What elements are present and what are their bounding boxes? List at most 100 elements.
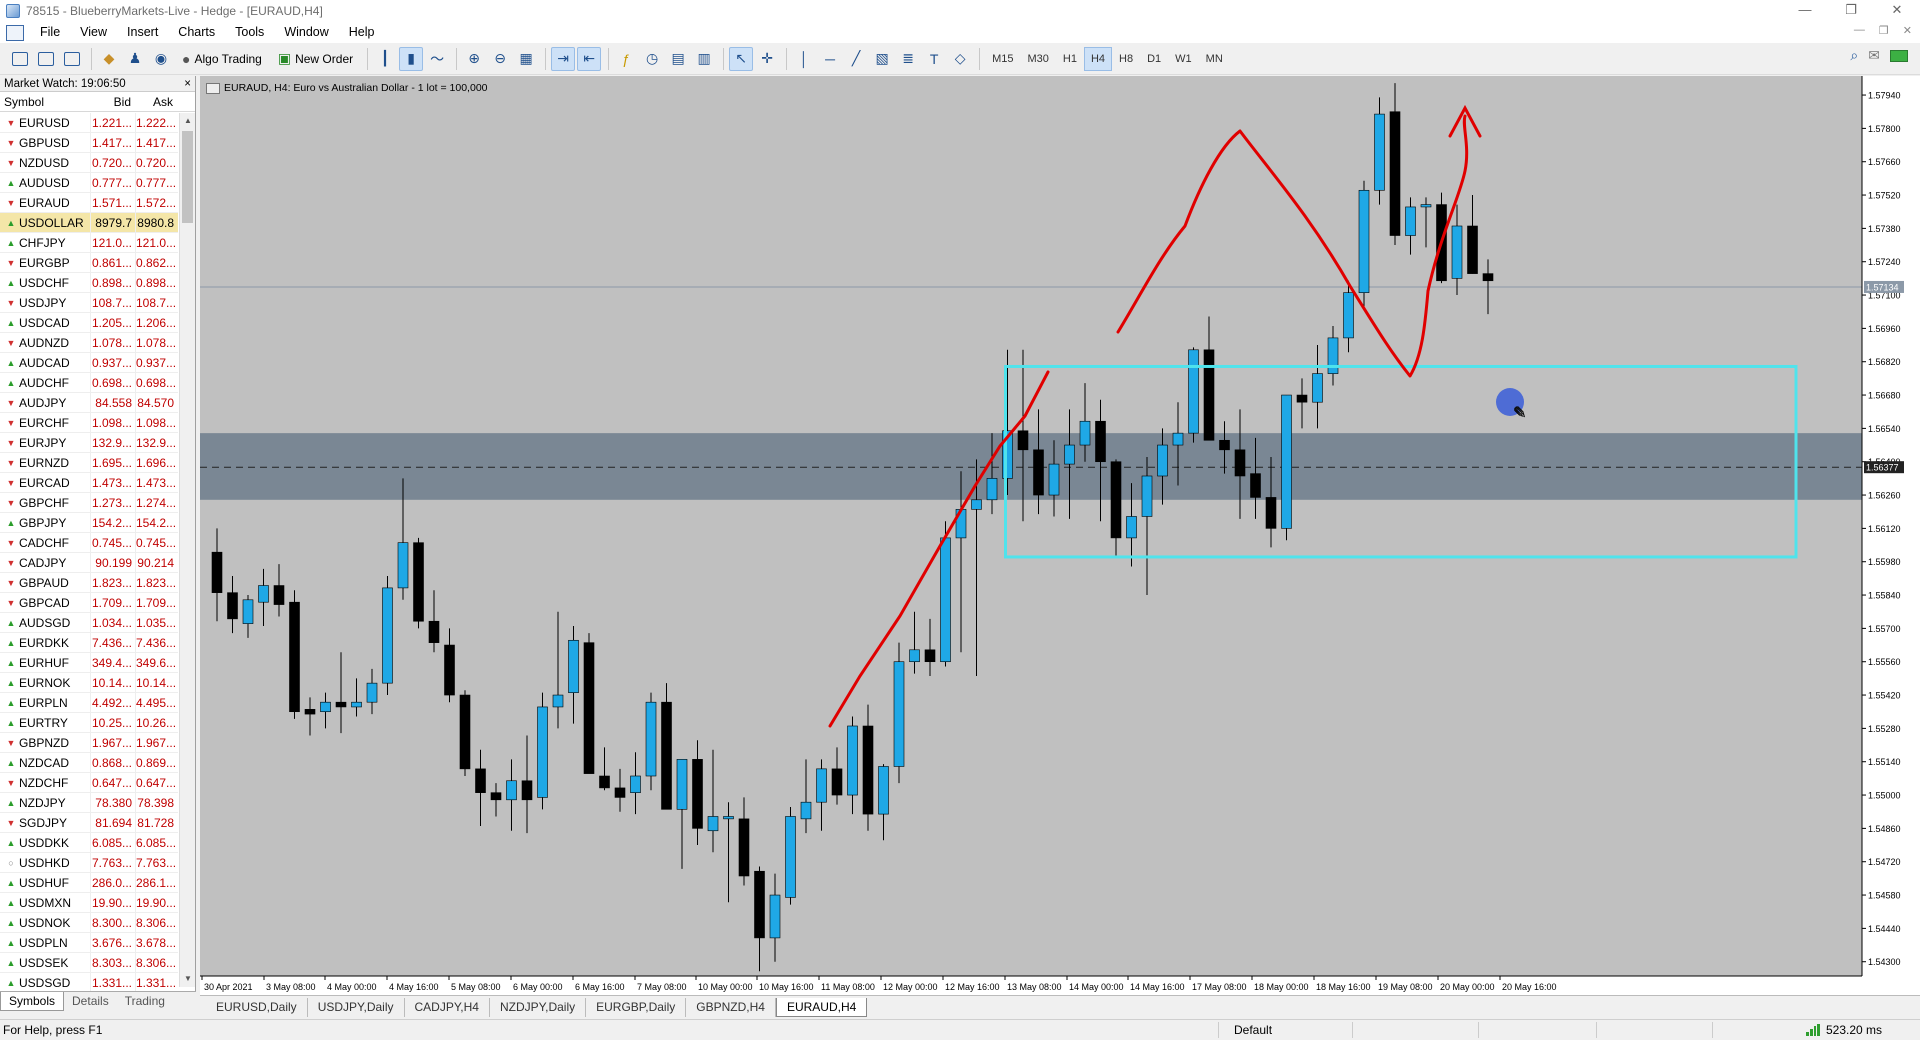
tab-details[interactable]: Details	[64, 992, 117, 1011]
shapes-button[interactable]: ◇	[948, 47, 972, 71]
market-watch-row[interactable]: ▼ AUDNZD 1.078... 1.078...	[0, 333, 178, 353]
column-bid[interactable]: Bid	[90, 92, 135, 111]
autoscroll-button[interactable]: ⇥	[551, 46, 576, 71]
timeframe-m30[interactable]: M30	[1021, 47, 1056, 71]
market-watch-row[interactable]: ▲ USDSEK 8.303... 8.306...	[0, 953, 178, 973]
candlestick-button[interactable]: ▮	[399, 46, 424, 71]
indicators-button[interactable]: ƒ	[614, 47, 638, 71]
mdi-restore-icon[interactable]: ❐	[1879, 24, 1889, 37]
timeframe-m15[interactable]: M15	[985, 47, 1020, 71]
templates-button[interactable]: ▤	[666, 47, 690, 71]
chart-tab-nzdjpy-daily[interactable]: NZDJPY,Daily	[490, 998, 587, 1017]
market-watch-row[interactable]: ▼ EURJPY 132.9... 132.9...	[0, 433, 178, 453]
market-watch-row[interactable]: ▼ NZDCHF 0.647... 0.647...	[0, 773, 178, 793]
close-icon[interactable]: ×	[184, 76, 191, 91]
market-watch-button[interactable]	[60, 47, 84, 71]
menu-view[interactable]: View	[70, 22, 117, 43]
menu-window[interactable]: Window	[274, 22, 338, 43]
menu-charts[interactable]: Charts	[168, 22, 225, 43]
search-icon[interactable]: ⌕	[1850, 47, 1858, 64]
market-watch-scrollbar[interactable]: ▲ ▼	[179, 113, 195, 987]
scroll-down-icon[interactable]: ▼	[180, 971, 196, 987]
timeframe-d1[interactable]: D1	[1140, 47, 1168, 71]
signals-button[interactable]: ◉	[149, 47, 173, 71]
tile-windows-button[interactable]: ▦	[514, 47, 538, 71]
market-watch-row[interactable]: ▼ EURCHF 1.098... 1.098...	[0, 413, 178, 433]
market-watch-row[interactable]: ▼ EURNZD 1.695... 1.696...	[0, 453, 178, 473]
text-button[interactable]: T	[922, 47, 946, 71]
menu-file[interactable]: File	[30, 22, 70, 43]
market-watch-row[interactable]: ▲ USDCAD 1.205... 1.206...	[0, 313, 178, 333]
close-button[interactable]: ✕	[1874, 0, 1920, 22]
new-chart-button[interactable]	[8, 47, 32, 71]
market-watch-row[interactable]: ▲ AUDCHF 0.698... 0.698...	[0, 373, 178, 393]
tab-symbols[interactable]: Symbols	[0, 992, 65, 1011]
market-watch-row[interactable]: ▲ EURPLN 4.492... 4.495...	[0, 693, 178, 713]
market-watch-row[interactable]: ▲ USDPLN 3.676... 3.678...	[0, 933, 178, 953]
market-watch-row[interactable]: ▼ CADCHF 0.745... 0.745...	[0, 533, 178, 553]
market-watch-row[interactable]: ▲ USDNOK 8.300... 8.306...	[0, 913, 178, 933]
column-ask[interactable]: Ask	[135, 92, 177, 111]
periods-button[interactable]: ◷	[640, 47, 664, 71]
market-watch-row[interactable]: ▲ NZDCAD 0.868... 0.869...	[0, 753, 178, 773]
chart-tab-euraud-h4[interactable]: EURAUD,H4	[775, 998, 868, 1017]
market-watch-row[interactable]: ▲ CHFJPY 121.0... 121.0...	[0, 233, 178, 253]
market-watch-row[interactable]: ▲ NZDJPY 78.380 78.398	[0, 793, 178, 813]
menu-insert[interactable]: Insert	[117, 22, 168, 43]
price-chart[interactable]: ✎ 1.57940 1.57800 1.57660 1.57520 1.57380 1.57…	[200, 76, 1920, 996]
market-watch-row[interactable]: ▼ NZDUSD 0.720... 0.720...	[0, 153, 178, 173]
chart-tab-eurgbp-daily[interactable]: EURGBP,Daily	[586, 998, 687, 1017]
market-watch-row[interactable]: ▲ AUDCAD 0.937... 0.937...	[0, 353, 178, 373]
horizontal-line-button[interactable]: ─	[818, 47, 842, 71]
chart-tab-cadjpy-h4[interactable]: CADJPY,H4	[405, 998, 490, 1017]
market-watch-row[interactable]: ▼ GBPCHF 1.273... 1.274...	[0, 493, 178, 513]
timeframe-mn[interactable]: MN	[1199, 47, 1230, 71]
crosshair-button[interactable]: ✛	[755, 47, 779, 71]
market-watch-row[interactable]: ▼ EURAUD 1.571... 1.572...	[0, 193, 178, 213]
connection-status[interactable]: 523.20 ms	[1806, 1023, 1882, 1037]
chart-tab-usdjpy-daily[interactable]: USDJPY,Daily	[308, 998, 405, 1017]
market-watch-row[interactable]: ▼ EURUSD 1.221... 1.222...	[0, 113, 178, 133]
mdi-close-icon[interactable]: ✕	[1903, 24, 1912, 37]
new-order-button[interactable]: ▣ New Order	[271, 47, 360, 71]
line-chart-button[interactable]: 〜	[425, 47, 449, 71]
market-watch-row[interactable]: ▲ USDDKK 6.085... 6.085...	[0, 833, 178, 853]
market-watch-row[interactable]: ▼ GBPCAD 1.709... 1.709...	[0, 593, 178, 613]
bar-chart-button[interactable]: ┃	[373, 47, 397, 71]
navigator-button[interactable]: ◆	[97, 47, 121, 71]
market-watch-row[interactable]: ▲ USDMXN 19.90... 19.90...	[0, 893, 178, 913]
vertical-line-button[interactable]: │	[792, 47, 816, 71]
market-watch-row[interactable]: ▼ AUDJPY 84.558 84.570	[0, 393, 178, 413]
scroll-thumb[interactable]	[182, 131, 193, 223]
market-watch-row[interactable]: ▼ CADJPY 90.199 90.214	[0, 553, 178, 573]
scroll-up-icon[interactable]: ▲	[180, 113, 196, 129]
channel-button[interactable]: ▧	[870, 47, 894, 71]
minimize-button[interactable]: —	[1782, 0, 1828, 22]
profiles-button[interactable]	[34, 47, 58, 71]
market-watch-row[interactable]: ▼ GBPNZD 1.967... 1.967...	[0, 733, 178, 753]
zoom-in-button[interactable]: ⊕	[462, 47, 486, 71]
market-watch-row[interactable]: ▲ EURDKK 7.436... 7.436...	[0, 633, 178, 653]
fibonacci-button[interactable]: ≣	[896, 47, 920, 71]
market-watch-row[interactable]: ▲ GBPJPY 154.2... 154.2...	[0, 513, 178, 533]
chat-icon[interactable]: ✉	[1868, 47, 1880, 64]
market-watch-row[interactable]: ▼ EURGBP 0.861... 0.862...	[0, 253, 178, 273]
algo-trading-button[interactable]: ● Algo Trading	[175, 47, 269, 71]
timeframe-h1[interactable]: H1	[1056, 47, 1084, 71]
market-watch-row[interactable]: ▼ EURCAD 1.473... 1.473...	[0, 473, 178, 493]
market-watch-row[interactable]: ▲ EURHUF 349.4... 349.6...	[0, 653, 178, 673]
properties-button[interactable]: ▥	[692, 47, 716, 71]
column-symbol[interactable]: Symbol	[0, 92, 90, 111]
timeframe-h8[interactable]: H8	[1112, 47, 1140, 71]
market-watch-row[interactable]: ▼ GBPUSD 1.417... 1.417...	[0, 133, 178, 153]
market-watch-row[interactable]: ▲ AUDUSD 0.777... 0.777...	[0, 173, 178, 193]
trendline-button[interactable]: ╱	[844, 47, 868, 71]
market-watch-row[interactable]: ▲ USDCHF 0.898... 0.898...	[0, 273, 178, 293]
market-watch-row[interactable]: ▼ SGDJPY 81.694 81.728	[0, 813, 178, 833]
tab-trading[interactable]: Trading	[117, 992, 173, 1011]
timeframe-h4[interactable]: H4	[1083, 46, 1113, 71]
menu-help[interactable]: Help	[339, 22, 385, 43]
chart-tab-eurusd-daily[interactable]: EURUSD,Daily	[206, 998, 308, 1017]
zoom-out-button[interactable]: ⊖	[488, 47, 512, 71]
market-watch-row[interactable]: ▲ EURTRY 10.25... 10.26...	[0, 713, 178, 733]
